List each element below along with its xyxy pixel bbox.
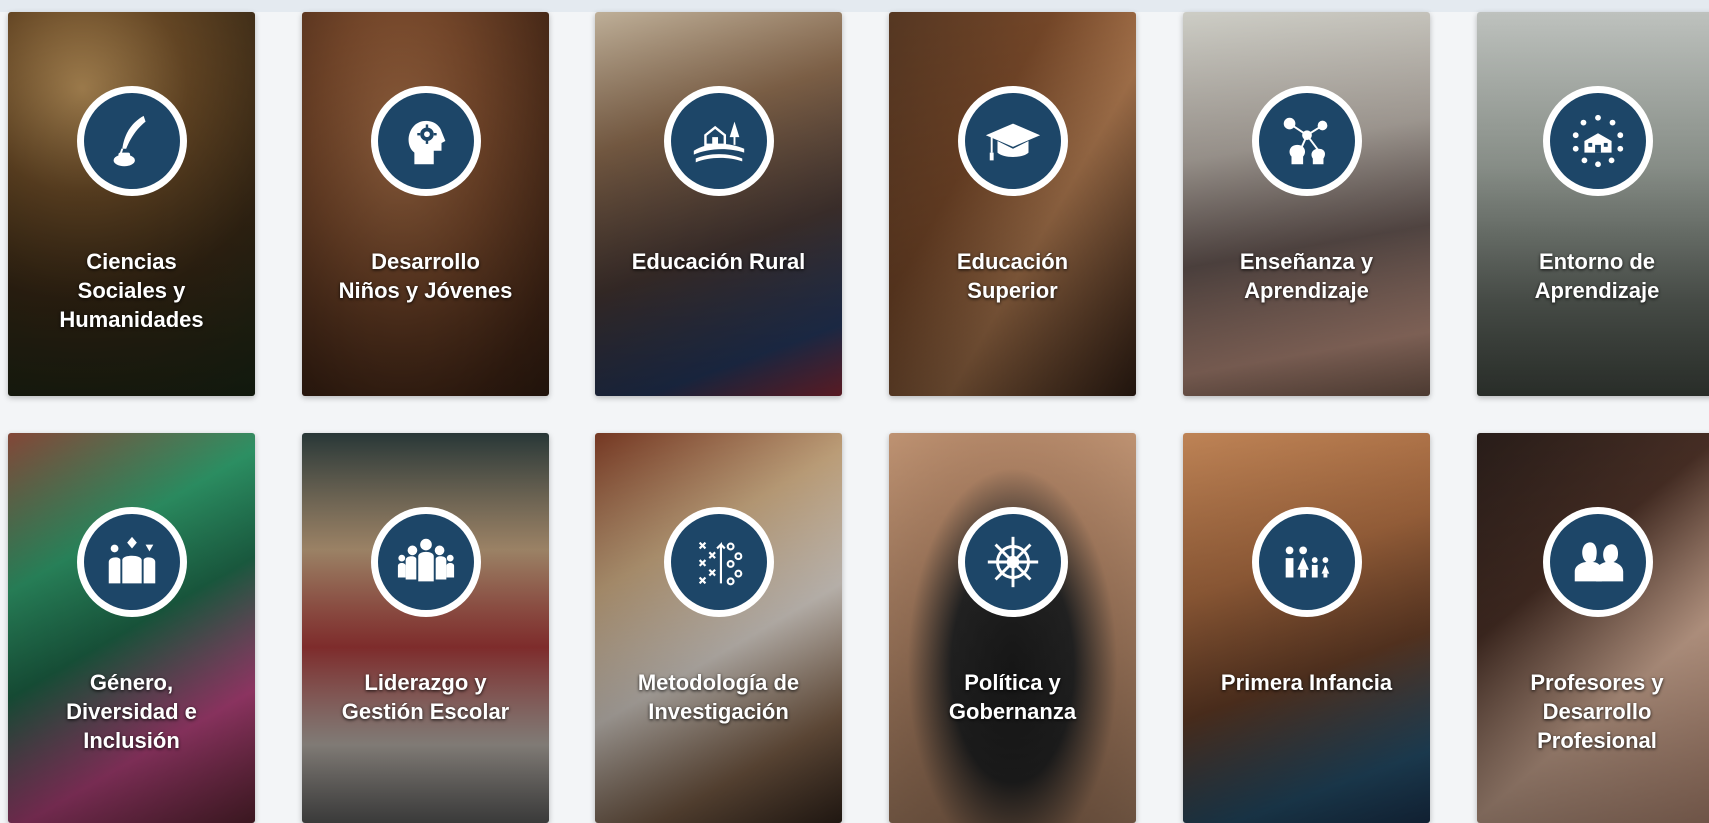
card-label: Ciencias Sociales y Humanidades xyxy=(59,249,204,332)
topic-card-genero[interactable]: Género, Diversidad e Inclusión xyxy=(8,433,255,823)
card-icon-badge xyxy=(76,86,187,196)
card-icon-badge xyxy=(76,507,187,617)
network-heads-icon xyxy=(1283,117,1327,165)
card-label: Enseñanza y Aprendizaje xyxy=(1239,249,1374,303)
card-label: Liderazgo y Gestión Escolar xyxy=(341,670,510,724)
strategy-chart-icon xyxy=(698,541,742,586)
card-label: Educación Superior xyxy=(956,249,1069,303)
card-icon-badge xyxy=(370,507,481,617)
graduation-cap-icon xyxy=(985,123,1040,161)
card-icon-badge xyxy=(663,86,774,196)
topic-card-grid: Ciencias Sociales y Humanidades Desarrollo… xyxy=(0,0,1709,823)
topic-card-desarrollo-ninos[interactable]: Desarrollo Niños y Jóvenes xyxy=(302,12,549,396)
quill-inkwell-icon xyxy=(113,115,146,167)
topic-card-educacion-rural[interactable]: Educación Rural xyxy=(595,12,842,396)
topic-card-politica[interactable]: Política y Gobernanza xyxy=(889,433,1136,823)
topic-card-liderazgo[interactable]: Liderazgo y Gestión Escolar xyxy=(302,433,549,823)
card-icon-badge xyxy=(957,86,1068,196)
card-label: Profesores y Desarrollo Profesional xyxy=(1530,670,1664,753)
topic-card-primera-infancia[interactable]: Primera Infancia xyxy=(1183,433,1430,823)
topic-card-ensenanza[interactable]: Enseñanza y Aprendizaje xyxy=(1183,12,1430,396)
card-label: Política y Gobernanza xyxy=(948,670,1077,724)
card-label: Metodología de Investigación xyxy=(637,670,800,724)
topic-card-entorno[interactable]: Entorno de Aprendizaje xyxy=(1477,12,1709,396)
group-leader-icon xyxy=(397,538,454,582)
family-icon xyxy=(1285,546,1329,578)
card-label: Primera Infancia xyxy=(1220,670,1393,695)
card-icon-badge xyxy=(1251,86,1362,196)
card-label: Entorno de Aprendizaje xyxy=(1534,249,1660,303)
card-icon-badge xyxy=(957,507,1068,617)
card-icon-badge xyxy=(1543,86,1653,196)
topic-card-profesores[interactable]: Profesores y Desarrollo Profesional xyxy=(1477,433,1709,823)
diverse-people-icon xyxy=(108,536,155,584)
card-icon-badge xyxy=(1251,507,1362,617)
card-label: Género, Diversidad e Inclusión xyxy=(66,670,197,753)
card-icon-badge xyxy=(1543,507,1653,617)
teacher-pair-icon xyxy=(1574,542,1624,582)
card-label: Desarrollo Niños y Jóvenes xyxy=(338,249,513,303)
card-label: Educación Rural xyxy=(631,249,806,274)
rural-house-icon xyxy=(693,121,744,163)
topic-card-ciencias-sociales[interactable]: Ciencias Sociales y Humanidades xyxy=(8,12,255,396)
school-building-icon xyxy=(1572,114,1624,168)
card-icon-badge xyxy=(370,86,481,196)
topic-card-metodologia[interactable]: Metodología de Investigación xyxy=(595,433,842,823)
head-gear-icon xyxy=(408,120,445,165)
topic-card-educacion-superior[interactable]: Educación Superior xyxy=(889,12,1136,396)
ship-wheel-icon xyxy=(987,536,1038,588)
card-icon-badge xyxy=(663,507,774,617)
